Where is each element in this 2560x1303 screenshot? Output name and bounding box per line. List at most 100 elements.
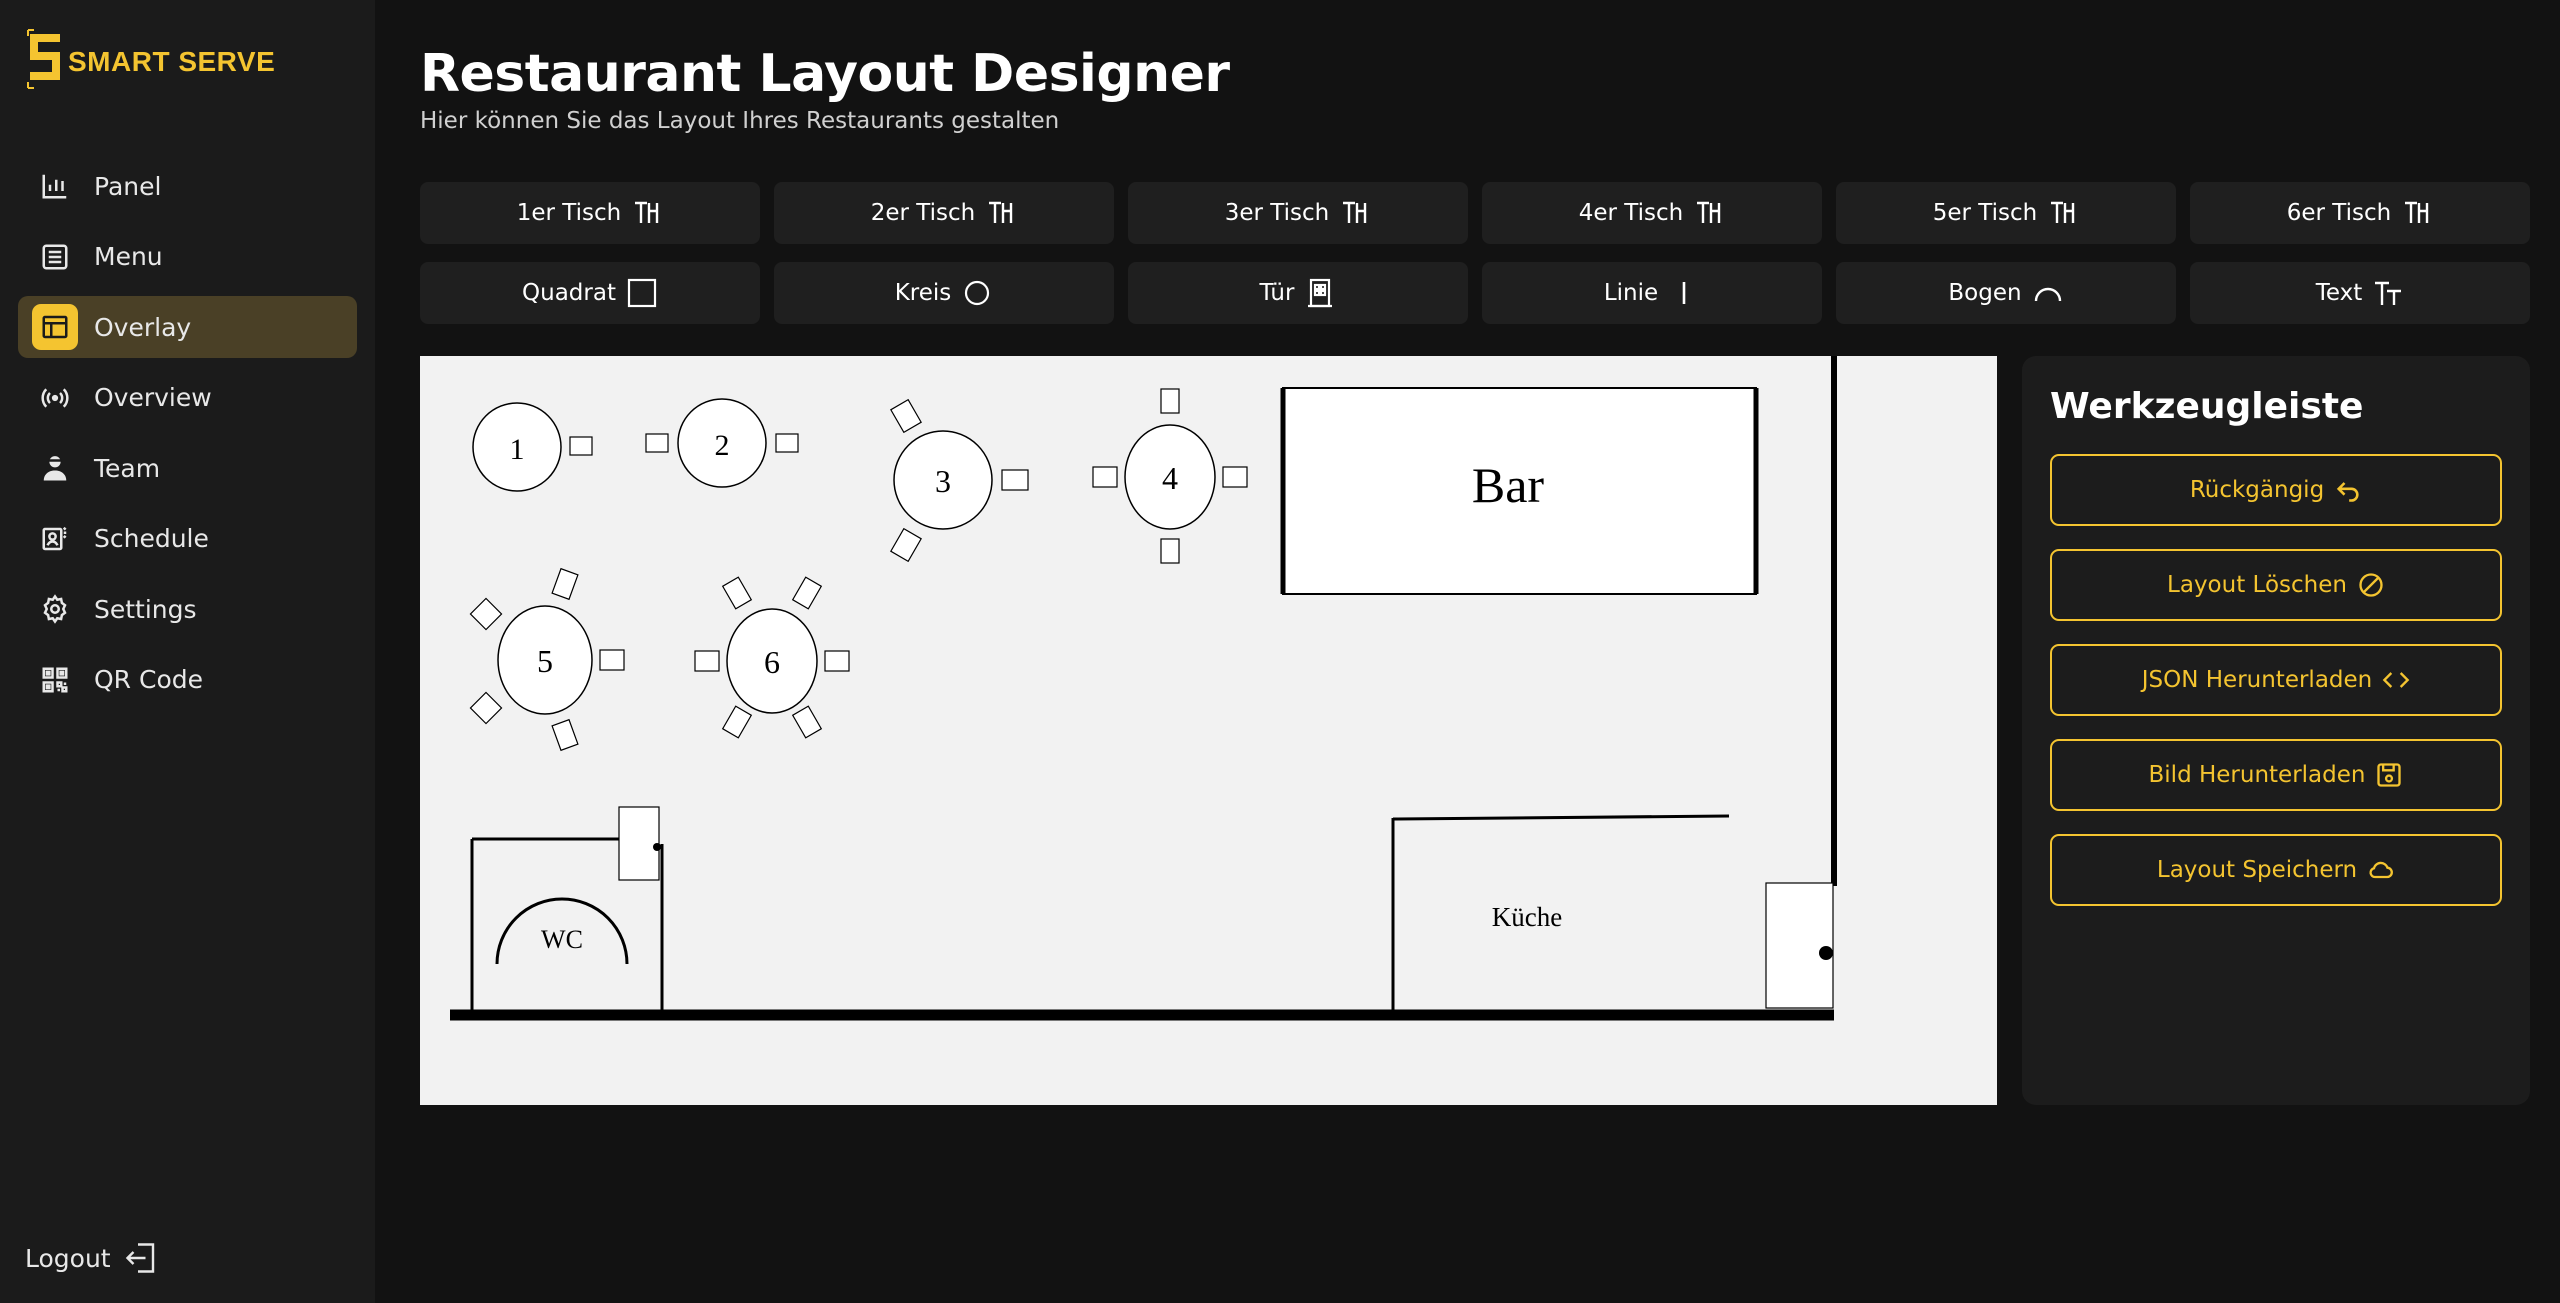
- tool-label: Tür: [1259, 280, 1295, 306]
- wc-room[interactable]: WC: [470, 806, 664, 1011]
- save-label: Layout Speichern: [2156, 857, 2358, 883]
- schedule-icon: [32, 516, 78, 562]
- tool-label: Quadrat: [522, 280, 616, 306]
- layout-table-icon: [32, 304, 78, 350]
- tool-kreis-button[interactable]: Kreis: [774, 262, 1114, 324]
- tool-2er-tisch-button[interactable]: 2er Tisch: [774, 182, 1114, 244]
- download-image-button[interactable]: Bild Herunterladen: [2050, 739, 2502, 811]
- undo-icon: [2337, 482, 2359, 502]
- table-1[interactable]: 1: [472, 402, 593, 492]
- gear-icon: [32, 586, 78, 632]
- sidebar-item-label: Overview: [94, 383, 212, 412]
- table-3[interactable]: 3: [890, 398, 1029, 563]
- table-5[interactable]: 5: [469, 567, 625, 752]
- tool-quadrat-button[interactable]: Quadrat: [420, 262, 760, 324]
- team-user-icon: [32, 445, 78, 491]
- logout-icon: [125, 1243, 154, 1273]
- text-icon: [2375, 281, 2402, 305]
- cloud-icon: [2369, 861, 2394, 879]
- sidebar-item-panel[interactable]: Panel: [18, 155, 357, 217]
- table-number: 6: [764, 644, 780, 680]
- image-label: Bild Herunterladen: [2148, 762, 2366, 788]
- tool-label: 3er Tisch: [1224, 200, 1330, 226]
- app-root: SMART SERVE Panel Menu Overlay Overview …: [0, 0, 2560, 1303]
- tool-3er-tisch-button[interactable]: 3er Tisch: [1128, 182, 1468, 244]
- tool-bogen-button[interactable]: Bogen: [1836, 262, 2176, 324]
- json-label: JSON Herunterladen: [2141, 667, 2373, 693]
- sidebar-item-overview[interactable]: Overview: [18, 367, 357, 429]
- tool-linie-button[interactable]: Linie: [1482, 262, 1822, 324]
- tool-label: 4er Tisch: [1578, 200, 1684, 226]
- bar-counter[interactable]: Bar: [1280, 387, 1759, 595]
- code-icon: [2382, 672, 2410, 688]
- sidebar-nav: Panel Menu Overlay Overview Team Schedul…: [18, 155, 357, 719]
- tool-label: Kreis: [894, 280, 952, 306]
- arc-icon: [2034, 287, 2061, 302]
- bar-label: Bar: [1472, 457, 1545, 513]
- toolbar-title: Werkzeugleiste: [2050, 386, 2364, 427]
- clear-label: Layout Löschen: [2167, 572, 2347, 598]
- save-layout-button[interactable]: Layout Speichern: [2050, 834, 2502, 906]
- table-icon: [1697, 201, 1721, 223]
- page-subtitle: Hier können Sie das Layout Ihres Restaur…: [420, 108, 1060, 134]
- sidebar-item-overlay[interactable]: Overlay: [18, 296, 357, 358]
- tool-6er-tisch-button[interactable]: 6er Tisch: [2190, 182, 2530, 244]
- tool-5er-tisch-button[interactable]: 5er Tisch: [1836, 182, 2176, 244]
- sidebar-item-settings[interactable]: Settings: [18, 578, 357, 640]
- layout-canvas[interactable]: 1 2 3 4 5 6 Bar WC Küche: [420, 356, 1997, 1105]
- clear-layout-button[interactable]: Layout Löschen: [2050, 549, 2502, 621]
- download-json-button[interactable]: JSON Herunterladen: [2050, 644, 2502, 716]
- sidebar-item-label: QR Code: [94, 665, 203, 694]
- table-number: 2: [715, 429, 730, 462]
- table-icon: [635, 201, 659, 223]
- line-icon: [1682, 282, 1686, 304]
- undo-label: Rückgängig: [2189, 477, 2325, 503]
- sidebar-item-menu[interactable]: Menu: [18, 226, 357, 288]
- tool-4er-tisch-button[interactable]: 4er Tisch: [1482, 182, 1822, 244]
- door-icon: [1308, 278, 1333, 308]
- table-number: 3: [935, 463, 951, 499]
- kitchen-door[interactable]: [1765, 882, 1834, 1009]
- page-title: Restaurant Layout Designer: [420, 44, 1230, 104]
- bar-chart-icon: [32, 163, 78, 209]
- tool-label: 2er Tisch: [870, 200, 976, 226]
- floor-plan[interactable]: 1 2 3 4 5 6 Bar WC Küche: [420, 356, 1997, 1105]
- sidebar-item-schedule[interactable]: Schedule: [18, 508, 357, 570]
- sidebar-item-label: Team: [94, 453, 161, 483]
- tool-label: 5er Tisch: [1932, 200, 2038, 226]
- logout-button[interactable]: Logout: [25, 1240, 159, 1276]
- table-4[interactable]: 4: [1092, 388, 1248, 564]
- tool-label: 1er Tisch: [516, 200, 622, 226]
- table-6[interactable]: 6: [694, 576, 850, 739]
- sidebar-item-team[interactable]: Team: [18, 437, 357, 499]
- sidebar: SMART SERVE Panel Menu Overlay Overview …: [0, 0, 375, 1303]
- square-icon: [627, 278, 657, 308]
- tool-1er-tisch-button[interactable]: 1er Tisch: [420, 182, 760, 244]
- tool-text-button[interactable]: Text: [2190, 262, 2530, 324]
- broadcast-icon: [32, 375, 78, 421]
- logout-label: Logout: [25, 1243, 111, 1273]
- wc-door[interactable]: [618, 806, 660, 881]
- table-number: 1: [510, 433, 525, 466]
- table-number: 5: [537, 643, 553, 679]
- sidebar-item-label: Panel: [94, 171, 162, 201]
- brand-logo[interactable]: SMART SERVE: [26, 28, 275, 90]
- table-2[interactable]: 2: [645, 398, 799, 488]
- toolbar-panel: Werkzeugleiste Rückgängig Layout Löschen…: [2022, 356, 2530, 1105]
- smart-serve-logo-icon: [27, 29, 60, 89]
- tool-label: 6er Tisch: [2286, 200, 2392, 226]
- table-icon: [2051, 201, 2075, 223]
- undo-button[interactable]: Rückgängig: [2050, 454, 2502, 526]
- tool-label: Text: [2315, 280, 2363, 306]
- table-number: 4: [1162, 460, 1178, 496]
- sidebar-item-label: Settings: [94, 594, 197, 624]
- element-tool-grid: 1er Tisch 2er Tisch 3er Tisch 4er Tisch …: [420, 182, 2530, 324]
- sidebar-item-label: Menu: [94, 242, 163, 271]
- tool-label: Bogen: [1948, 280, 2022, 306]
- circle-icon: [965, 280, 990, 306]
- qr-code-icon: [32, 657, 78, 703]
- kitchen-label: Küche: [1492, 902, 1562, 932]
- tool-tuer-button[interactable]: Tür: [1128, 262, 1468, 324]
- sidebar-item-qr-code[interactable]: QR Code: [18, 649, 357, 711]
- kitchen-room[interactable]: Küche: [1391, 814, 1730, 1010]
